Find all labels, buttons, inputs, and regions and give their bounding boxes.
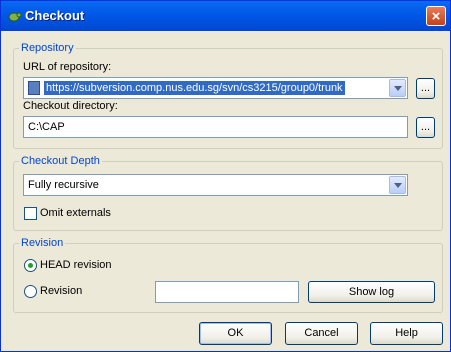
- url-dropdown-arrow-icon[interactable]: [389, 79, 406, 97]
- checkout-dialog: Checkout × Repository URL of repository:…: [0, 0, 451, 352]
- omit-externals-checkbox[interactable]: [24, 207, 37, 220]
- url-browse-button[interactable]: ...: [416, 78, 435, 99]
- revision-radio[interactable]: [24, 285, 37, 298]
- checkout-depth-value: Fully recursive: [28, 179, 99, 191]
- depth-dropdown-arrow-icon[interactable]: [389, 176, 406, 194]
- ok-button[interactable]: OK: [199, 322, 272, 345]
- url-combobox[interactable]: https://subversion.comp.nus.edu.sg/svn/c…: [23, 77, 408, 99]
- url-label: URL of repository:: [23, 61, 112, 73]
- help-button[interactable]: Help: [370, 322, 443, 345]
- checkout-directory-value: C:\CAP: [28, 121, 65, 133]
- revision-label[interactable]: Revision: [40, 285, 82, 297]
- checkout-depth-group: Checkout Depth Fully recursive Omit exte…: [13, 155, 443, 231]
- cancel-button[interactable]: Cancel: [285, 322, 358, 345]
- url-input-value: https://subversion.comp.nus.edu.sg/svn/c…: [44, 81, 345, 95]
- close-button[interactable]: ×: [426, 6, 446, 26]
- revision-input[interactable]: [155, 281, 299, 303]
- checkout-directory-input[interactable]: C:\CAP: [23, 116, 408, 138]
- repository-legend: Repository: [19, 42, 76, 54]
- title-bar[interactable]: Checkout ×: [1, 1, 450, 31]
- omit-externals-label[interactable]: Omit externals: [40, 207, 111, 219]
- show-log-button[interactable]: Show log: [308, 281, 435, 303]
- repository-url-icon: [28, 81, 40, 95]
- head-revision-radio[interactable]: [24, 259, 37, 272]
- revision-group: Revision HEAD revision Revision Show log: [13, 237, 443, 313]
- checkout-depth-legend: Checkout Depth: [19, 155, 102, 167]
- checkout-depth-select[interactable]: Fully recursive: [23, 174, 408, 196]
- repository-group: Repository URL of repository: https://su…: [13, 42, 443, 149]
- radio-selected-dot: [28, 263, 33, 268]
- revision-legend: Revision: [19, 237, 66, 249]
- tortoise-icon: [8, 12, 21, 22]
- head-revision-label[interactable]: HEAD revision: [40, 259, 112, 271]
- directory-browse-button[interactable]: ...: [416, 117, 435, 138]
- checkout-directory-label: Checkout directory:: [23, 100, 118, 112]
- dialog-title: Checkout: [25, 8, 85, 23]
